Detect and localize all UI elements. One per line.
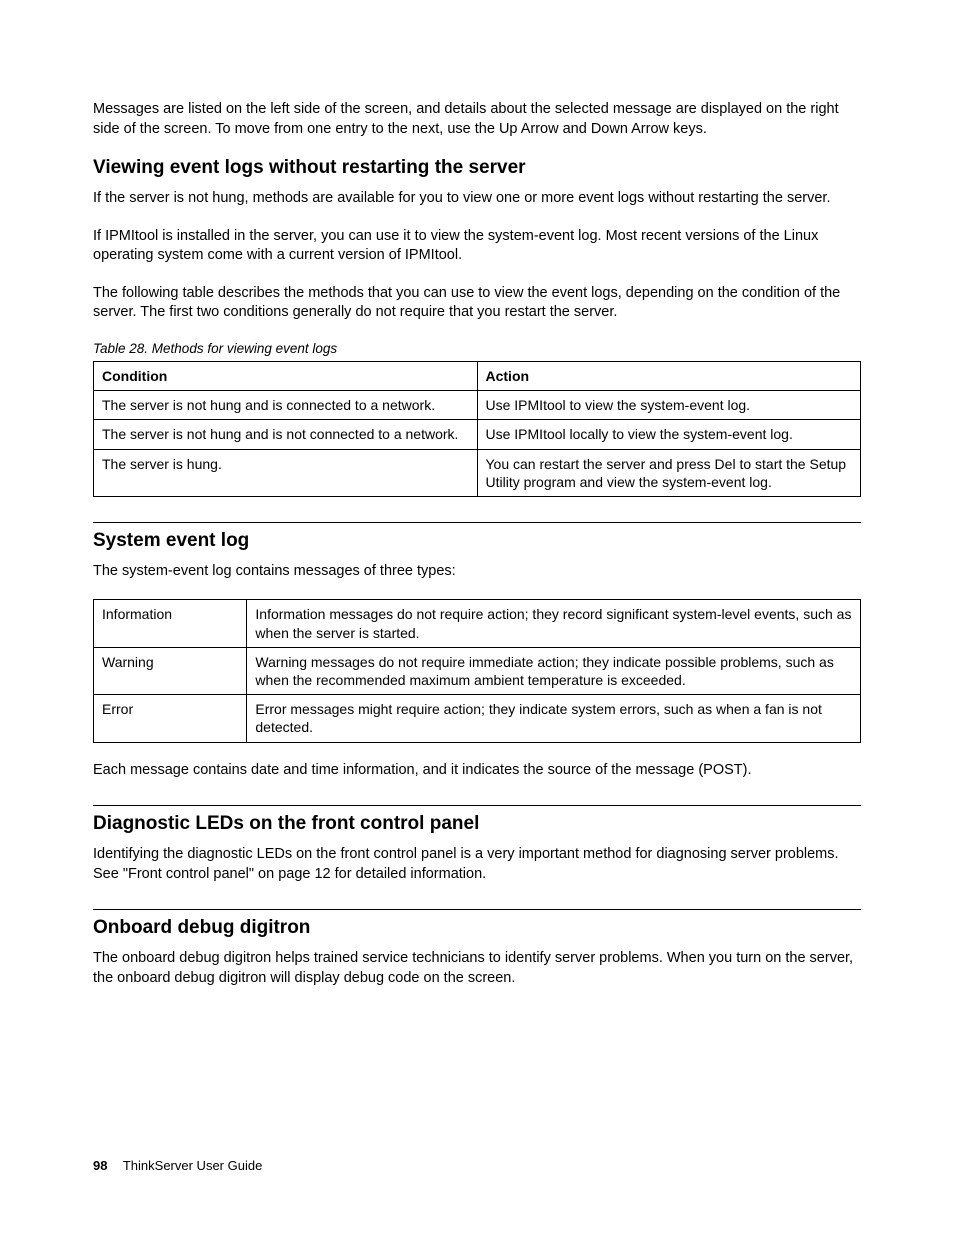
table-header-cell: Action	[477, 361, 861, 390]
table-cell: Warning messages do not require immediat…	[247, 647, 861, 694]
body-paragraph: If IPMItool is installed in the server, …	[93, 227, 861, 266]
body-paragraph: The onboard debug digitron helps trained…	[93, 949, 861, 988]
heading-onboard-debug-digitron: Onboard debug digitron	[93, 917, 861, 939]
page-footer: 98 ThinkServer User Guide	[93, 1158, 262, 1173]
body-paragraph: The following table describes the method…	[93, 284, 861, 323]
body-paragraph: Identifying the diagnostic LEDs on the f…	[93, 845, 861, 884]
table-cell: The server is not hung and is connected …	[94, 391, 478, 420]
table-cell: Use IPMItool locally to view the system-…	[477, 420, 861, 449]
table-methods-event-logs: Condition Action The server is not hung …	[93, 361, 861, 497]
table-header-cell: Condition	[94, 361, 478, 390]
table-cell: Information messages do not require acti…	[247, 600, 861, 647]
table-header-row: Condition Action	[94, 361, 861, 390]
table-row: The server is not hung and is not connec…	[94, 420, 861, 449]
heading-system-event-log: System event log	[93, 530, 861, 552]
table-row: Error Error messages might require actio…	[94, 695, 861, 742]
table-cell: The server is hung.	[94, 449, 478, 496]
table-cell: Warning	[94, 647, 247, 694]
heading-diagnostic-leds: Diagnostic LEDs on the front control pan…	[93, 813, 861, 835]
table-cell: The server is not hung and is not connec…	[94, 420, 478, 449]
heading-viewing-event-logs: Viewing event logs without restarting th…	[93, 157, 861, 179]
body-paragraph: If the server is not hung, methods are a…	[93, 189, 861, 209]
book-title: ThinkServer User Guide	[123, 1158, 262, 1173]
body-paragraph: Each message contains date and time info…	[93, 761, 861, 781]
table-caption: Table 28. Methods for viewing event logs	[93, 341, 861, 356]
table-row: Warning Warning messages do not require …	[94, 647, 861, 694]
table-row: Information Information messages do not …	[94, 600, 861, 647]
table-cell: Information	[94, 600, 247, 647]
table-row: The server is hung. You can restart the …	[94, 449, 861, 496]
body-paragraph: The system-event log contains messages o…	[93, 562, 861, 582]
table-cell: Error messages might require action; the…	[247, 695, 861, 742]
page-number: 98	[93, 1158, 107, 1173]
table-row: The server is not hung and is connected …	[94, 391, 861, 420]
table-cell: Use IPMItool to view the system-event lo…	[477, 391, 861, 420]
table-cell: Error	[94, 695, 247, 742]
intro-paragraph: Messages are listed on the left side of …	[93, 100, 861, 139]
table-cell: You can restart the server and press Del…	[477, 449, 861, 496]
table-message-types: Information Information messages do not …	[93, 599, 861, 742]
